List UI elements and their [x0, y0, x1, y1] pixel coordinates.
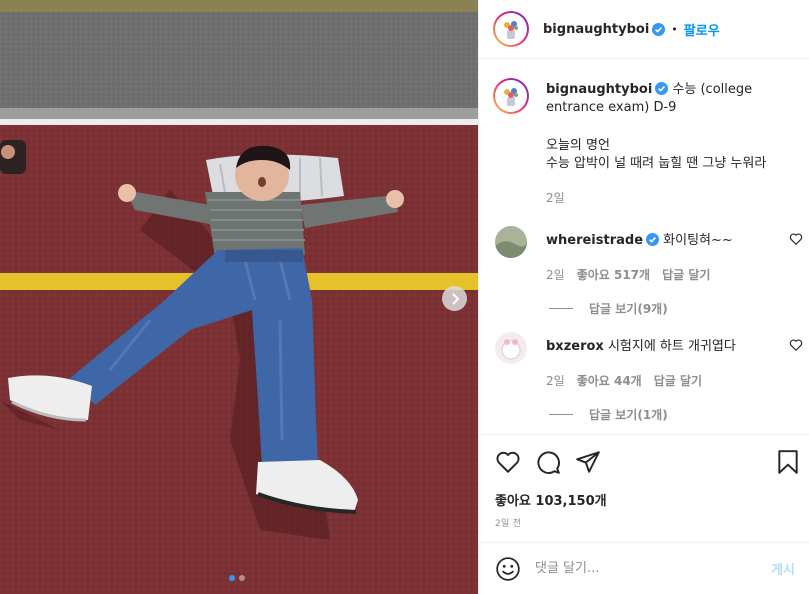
commenter-avatar[interactable] [495, 332, 527, 364]
heart-icon[interactable] [789, 232, 803, 246]
comment-time: 2일 [546, 268, 565, 282]
comment-composer: 게시 [479, 542, 809, 594]
caption-body: 오늘의 명언 수능 압박이 널 때려 눕힐 땐 그냥 누워라 [546, 137, 809, 173]
author-username[interactable]: bignaughtyboi [543, 22, 649, 37]
comment-body: 시험지에 하트 개귀엽다 [607, 339, 736, 354]
action-bar: 좋아요 103,150개 2일 전 [479, 434, 809, 542]
comment-meta: 2일 좋아요 44개 답글 달기 [546, 372, 702, 389]
caption-username[interactable]: bignaughtyboi [546, 82, 652, 97]
carousel-next-button[interactable] [442, 286, 467, 311]
comment-likes[interactable]: 좋아요 44개 [577, 372, 642, 389]
caption-time: 2일 [546, 191, 565, 205]
carousel-dots [229, 575, 245, 581]
comments-list[interactable]: bignaughtyboi 수능 (college entrance exam)… [479, 60, 809, 434]
post-image [0, 0, 478, 594]
reply-button[interactable]: 답글 달기 [654, 372, 702, 389]
commenter-avatar[interactable] [495, 226, 527, 258]
heart-icon[interactable] [495, 449, 521, 475]
verified-badge-icon [652, 22, 666, 36]
flower-vase-icon [504, 88, 518, 106]
flower-vase-icon [504, 21, 518, 39]
carousel-dot [239, 575, 245, 581]
verified-badge-icon [655, 82, 669, 95]
view-replies-button[interactable]: 답글 보기(9개) [549, 300, 668, 317]
comment-input[interactable] [535, 561, 745, 576]
follow-button[interactable]: 팔로우 [684, 20, 720, 39]
post-detail-panel: bignaughtyboi • 팔로우 bignaughtyboi 수능 (co… [478, 0, 809, 594]
comment-text: whereistrade 화이팅혀~~ [546, 232, 786, 250]
share-icon[interactable] [575, 449, 601, 475]
comment-icon[interactable] [535, 449, 561, 475]
post-timestamp: 2일 전 [495, 519, 522, 529]
post-photo[interactable] [0, 0, 478, 594]
caption-text: bignaughtyboi 수능 (college entrance exam)… [546, 81, 806, 117]
caption-author-avatar[interactable] [493, 78, 529, 114]
comment-time: 2일 [546, 374, 565, 388]
caption-line: 수능 압박이 널 때려 눕힐 땐 그냥 누워라 [546, 156, 767, 171]
bookmark-icon[interactable] [775, 449, 801, 475]
carousel-dot-active [229, 575, 235, 581]
view-replies-label: 답글 보기(9개) [589, 302, 668, 316]
emoji-icon[interactable] [495, 556, 521, 582]
chevron-right-icon [451, 292, 459, 305]
heart-icon[interactable] [789, 338, 803, 352]
comment-text: bxzerox 시험지에 하트 개귀엽다 [546, 338, 786, 356]
comment-username[interactable]: bxzerox [546, 339, 604, 354]
author-avatar[interactable] [493, 11, 529, 47]
verified-badge-icon [646, 233, 660, 246]
view-replies-button[interactable]: 답글 보기(1개) [549, 406, 668, 423]
post-comment-button[interactable]: 게시 [771, 559, 795, 578]
post-header: bignaughtyboi • 팔로우 [479, 0, 809, 59]
separator-dot: • [671, 22, 678, 36]
comment-meta: 2일 좋아요 517개 답글 달기 [546, 266, 710, 283]
view-replies-label: 답글 보기(1개) [589, 408, 668, 422]
reply-button[interactable]: 답글 달기 [662, 266, 710, 283]
comment-username[interactable]: whereistrade [546, 233, 643, 248]
comment-likes[interactable]: 좋아요 517개 [577, 266, 650, 283]
comment-body: 화이팅혀~~ [663, 233, 733, 248]
caption-line: 오늘의 명언 [546, 138, 610, 153]
likes-count[interactable]: 좋아요 103,150개 [495, 490, 607, 509]
